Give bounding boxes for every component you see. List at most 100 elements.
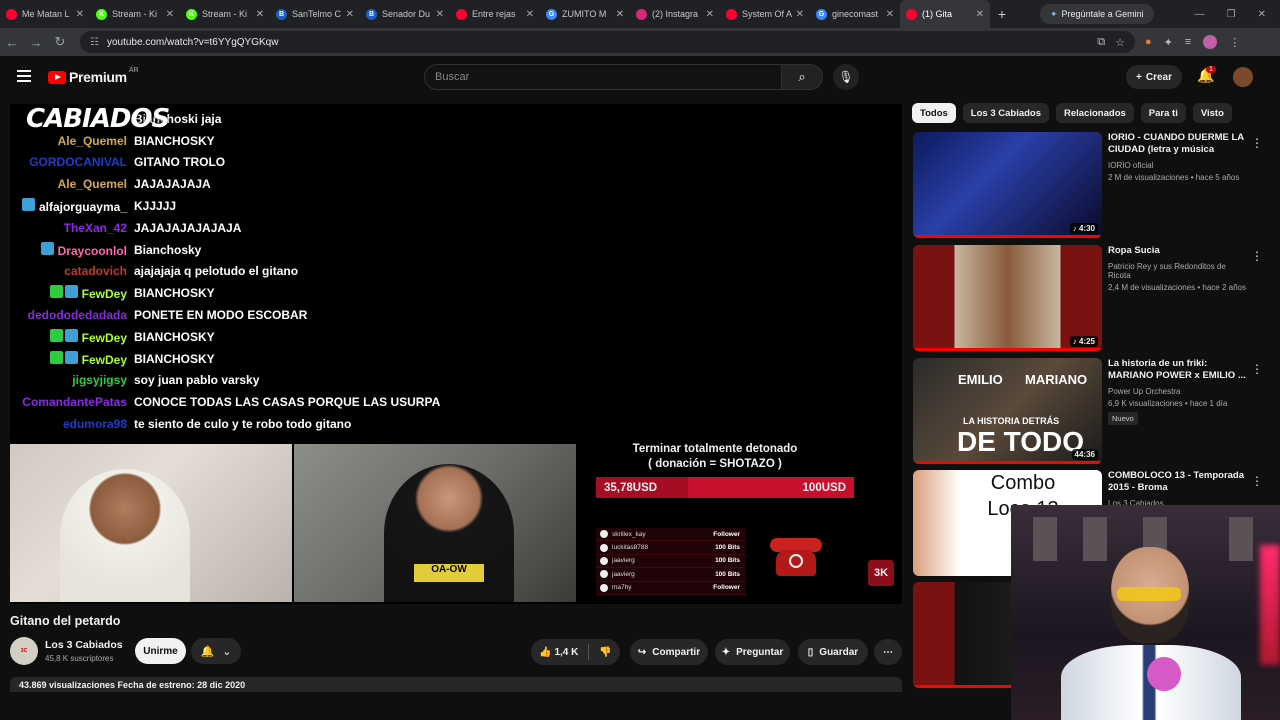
goal-title-line-2: ( donación = SHOTAZO ) xyxy=(648,458,782,470)
goal-target: 100USD xyxy=(802,481,846,494)
voice-search-button[interactable]: 🎙 xyxy=(833,64,859,90)
more-actions-button[interactable]: ⋯ xyxy=(874,639,902,665)
install-app-icon[interactable]: ⧉ xyxy=(1097,36,1105,49)
recommendation-title[interactable]: Ropa Sucia xyxy=(1108,245,1248,257)
tab-title: Stream - Ki xyxy=(112,9,158,19)
chrome-menu-icon[interactable]: ⋮ xyxy=(1229,36,1240,49)
description-box[interactable]: 43.869 visualizaciones Fecha de estreno:… xyxy=(10,677,902,692)
recommendation-views: 2,4 M de visualizaciones • hace 2 años xyxy=(1108,283,1246,292)
window-close-icon[interactable]: ✕ xyxy=(1258,9,1266,20)
filter-chip[interactable]: Para ti xyxy=(1140,103,1186,123)
profile-avatar[interactable] xyxy=(1203,35,1218,49)
share-button[interactable]: ↪ Compartir xyxy=(630,639,708,665)
chat-text: Bianchosky xyxy=(134,242,202,257)
maximize-icon[interactable]: ❐ xyxy=(1227,9,1236,20)
forward-icon[interactable]: → xyxy=(24,35,48,50)
minimize-icon[interactable]: — xyxy=(1195,9,1205,20)
back-icon[interactable]: ← xyxy=(0,35,24,50)
more-options-icon[interactable]: ⋮ xyxy=(1251,249,1263,263)
channel-name[interactable]: Los 3 Cabiados xyxy=(45,639,123,651)
tab-close-icon[interactable]: ✕ xyxy=(706,9,714,20)
user-avatar[interactable] xyxy=(1233,67,1253,87)
recommendation-title[interactable]: La historia de un friki: MARIANO POWER x… xyxy=(1108,358,1248,382)
gemini-button[interactable]: ✦ Pregúntale a Gemini xyxy=(1040,4,1154,24)
tab-favicon-icon: B xyxy=(366,8,377,20)
channel-avatar[interactable]: 3C xyxy=(10,637,38,665)
tab-close-icon[interactable]: ✕ xyxy=(436,9,444,20)
chat-username: FewDey xyxy=(10,350,134,367)
chat-text: te siento de culo y te robo todo gitano xyxy=(134,417,352,432)
recommendation-title[interactable]: IORIO - CUANDO DUERME LA CIUDAD (letra y… xyxy=(1108,132,1248,156)
filter-chip[interactable]: Visto xyxy=(1192,103,1232,123)
recommendation-channel[interactable]: Power Up Orchestra xyxy=(1108,387,1248,396)
recommended-video[interactable]: EMILIO MARIANO LA HISTORIA DETRÁS DE TODO 44… xyxy=(913,358,1268,464)
extension-icon[interactable]: ● xyxy=(1145,36,1152,48)
reload-icon[interactable]: ↻ xyxy=(48,34,72,50)
filter-chip[interactable]: Los 3 Cabiados xyxy=(962,103,1050,123)
filter-chip[interactable]: Relacionados xyxy=(1056,103,1134,123)
more-options-icon[interactable]: ⋮ xyxy=(1251,474,1263,488)
event-user: jaavierg xyxy=(612,570,635,578)
reading-list-icon[interactable]: ≡ xyxy=(1185,36,1191,48)
youtube-premium-logo[interactable]: Premium AR xyxy=(48,67,139,85)
chat-badge-icon xyxy=(49,285,63,299)
3k-badge: 3K xyxy=(868,560,894,586)
browser-tab[interactable]: G ZUMITO M ✕ xyxy=(540,0,630,28)
browser-tab[interactable]: Me Matan L ✕ xyxy=(0,0,90,28)
browser-tab[interactable]: (1) Gita ✕ xyxy=(900,0,990,28)
tab-close-icon[interactable]: ✕ xyxy=(346,9,354,20)
watch-progress-bar xyxy=(913,348,1102,351)
browser-tab[interactable]: System Of A ✕ xyxy=(720,0,810,28)
more-options-icon[interactable]: ⋮ xyxy=(1251,136,1263,150)
recommendation-channel[interactable]: Patricio Rey y sus Redonditos de Ricota xyxy=(1108,262,1248,280)
browser-tab[interactable]: (2) Instagra ✕ xyxy=(630,0,720,28)
filter-chip[interactable]: Todos xyxy=(912,103,956,123)
subscription-bell-button[interactable]: 🔔 ⌄ xyxy=(191,638,241,664)
recommendation-channel[interactable]: IORIO oficial xyxy=(1108,161,1248,170)
browser-tab[interactable]: K Stream - Ki ✕ xyxy=(90,0,180,28)
chat-message: FewDey BIANCHOSKY xyxy=(10,326,490,348)
browser-tab[interactable]: B SanTelmo C ✕ xyxy=(270,0,360,28)
ask-button[interactable]: ✦ Preguntar xyxy=(715,639,790,665)
search-button[interactable]: ⌕ xyxy=(781,64,823,90)
dislike-icon[interactable]: 👎 xyxy=(599,647,611,658)
tab-close-icon[interactable]: ✕ xyxy=(256,9,264,20)
browser-tab[interactable]: Gginecomast ✕ xyxy=(810,0,900,28)
new-tab-button[interactable]: + xyxy=(990,6,1014,22)
video-thumbnail[interactable]: ♪ 4:30 xyxy=(913,132,1102,238)
site-info-icon[interactable]: ☷ xyxy=(90,37,99,48)
video-player[interactable]: Bianchoski jaja Ale_Quemel BIANCHOSKY GORDO… xyxy=(10,104,902,604)
save-button[interactable]: ▯ Guardar xyxy=(798,639,868,665)
browser-tab[interactable]: Entre rejas ✕ xyxy=(450,0,540,28)
create-button[interactable]: + Crear xyxy=(1126,65,1182,89)
browser-tab[interactable]: B Senador Du ✕ xyxy=(360,0,450,28)
recommended-video[interactable]: ♪ 4:30 IORIO - CUANDO DUERME LA CIUDAD (l… xyxy=(913,132,1268,238)
more-options-icon[interactable]: ⋮ xyxy=(1251,362,1263,376)
hamburger-menu-icon[interactable] xyxy=(17,70,31,82)
tab-close-icon[interactable]: ✕ xyxy=(526,9,534,20)
video-info: La historia de un friki: MARIANO POWER x… xyxy=(1108,358,1248,426)
video-thumbnail[interactable]: EMILIO MARIANO LA HISTORIA DETRÁS DE TODO 44… xyxy=(913,358,1102,464)
username-text: FewDey xyxy=(81,330,127,345)
puzzle-extensions-icon[interactable]: ✦ xyxy=(1164,36,1173,49)
recommended-video[interactable]: ♪ 4:25 Ropa Sucia Patricio Rey y sus Redon… xyxy=(913,245,1268,351)
chat-badge-icon xyxy=(21,198,35,212)
tab-close-icon[interactable]: ✕ xyxy=(76,9,84,20)
chat-username: catadovich xyxy=(10,264,134,278)
tab-close-icon[interactable]: ✕ xyxy=(166,9,174,20)
recommendation-title[interactable]: COMBOLOCO 13 - Temporada 2015 - Broma xyxy=(1108,470,1248,494)
like-button[interactable]: 👍 1,4 K xyxy=(539,647,578,658)
tab-close-icon[interactable]: ✕ xyxy=(886,9,894,20)
tab-close-icon[interactable]: ✕ xyxy=(976,9,984,20)
join-button[interactable]: Unirme xyxy=(135,638,186,664)
recommendation-views: 6,9 K visualizaciones • hace 1 día xyxy=(1108,399,1228,408)
event-kind: 100 Bits xyxy=(715,544,740,552)
tab-close-icon[interactable]: ✕ xyxy=(616,9,624,20)
bookmark-star-icon[interactable]: ☆ xyxy=(1115,36,1125,49)
chat-badge-icon xyxy=(64,285,78,299)
video-thumbnail[interactable]: ♪ 4:25 xyxy=(913,245,1102,351)
search-input[interactable]: Buscar xyxy=(424,64,782,90)
browser-tab[interactable]: K Stream - Ki ✕ xyxy=(180,0,270,28)
tab-close-icon[interactable]: ✕ xyxy=(796,9,804,20)
address-bar[interactable]: ☷ youtube.com/watch?v=t6YYgQYGKqw ⧉ ☆ xyxy=(80,31,1135,53)
